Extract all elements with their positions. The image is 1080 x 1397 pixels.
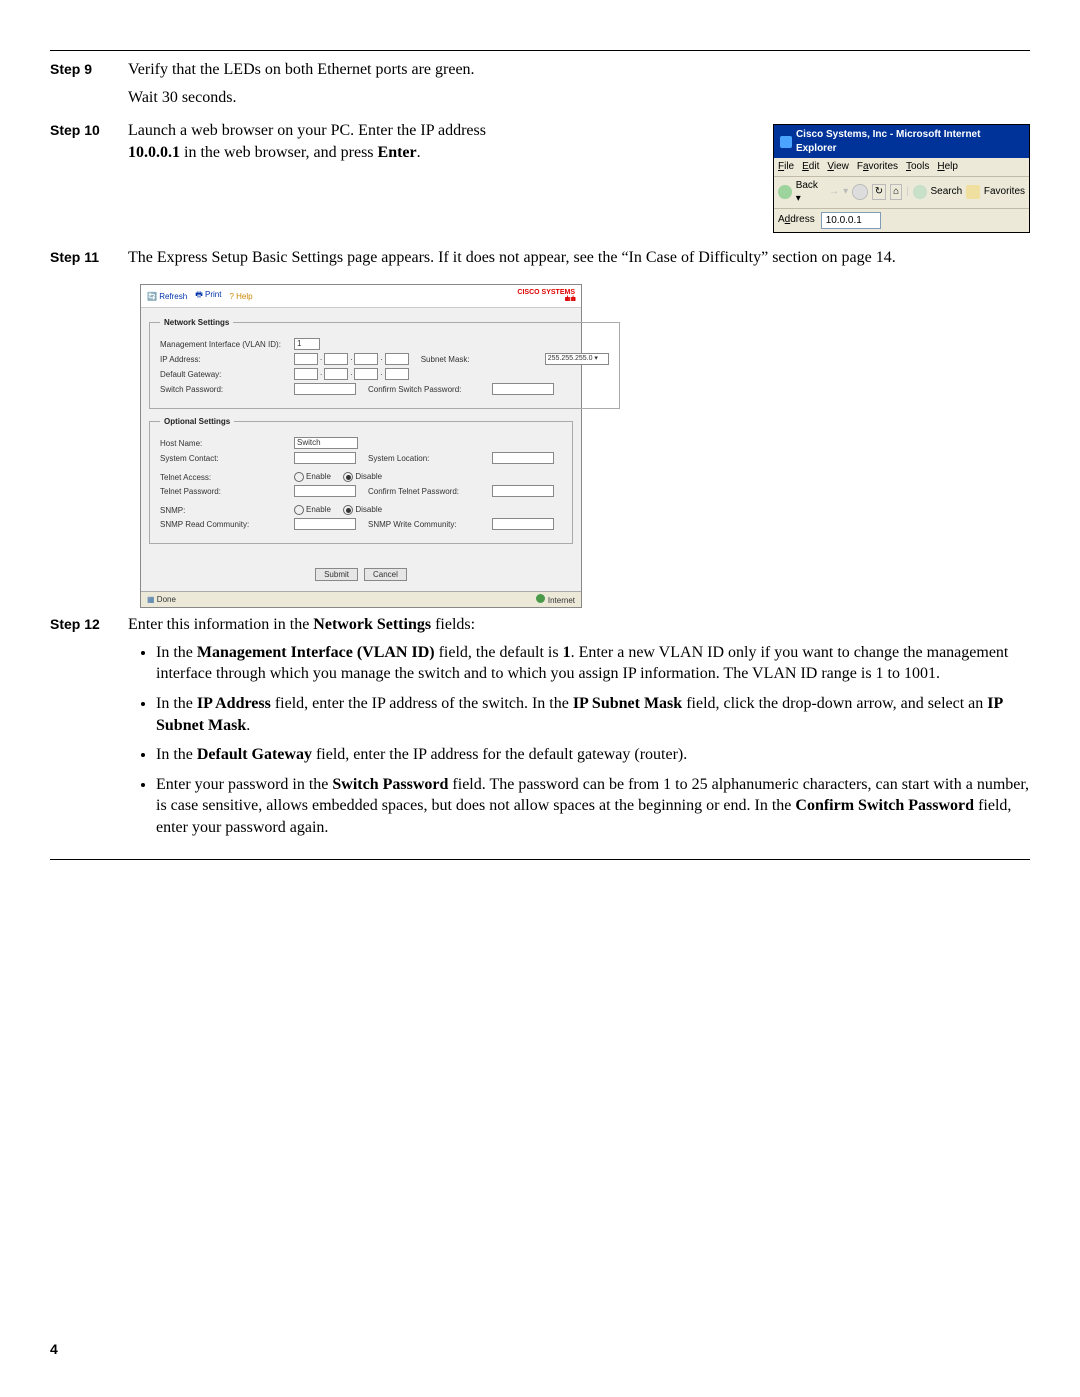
- system-contact-label: System Contact:: [160, 454, 290, 463]
- step-12-label: Step 12: [50, 614, 128, 632]
- gateway-input[interactable]: ...: [294, 368, 409, 380]
- back-button[interactable]: Back ▾: [796, 179, 825, 206]
- submit-button[interactable]: Submit: [315, 568, 358, 581]
- step-9-label: Step 9: [50, 59, 128, 77]
- step-10-label: Step 10: [50, 120, 128, 138]
- telnet-password-label: Telnet Password:: [160, 487, 290, 496]
- status-bar: ▦ Done Internet: [141, 591, 581, 607]
- snmp-enable-radio[interactable]: Enable: [294, 505, 331, 515]
- bullet-1: In the Management Interface (VLAN ID) fi…: [156, 642, 1030, 685]
- confirm-telnet-password-input[interactable]: [492, 485, 554, 497]
- setup-refresh-link[interactable]: 🔄 Refresh: [147, 292, 187, 301]
- status-internet: Internet: [548, 596, 575, 605]
- menu-help[interactable]: Help: [937, 160, 958, 174]
- snmp-write-label: SNMP Write Community:: [368, 520, 488, 529]
- browser-title-text: Cisco Systems, Inc - Microsoft Internet …: [796, 128, 1023, 155]
- switch-password-input[interactable]: [294, 383, 356, 395]
- browser-titlebar: Cisco Systems, Inc - Microsoft Internet …: [774, 125, 1029, 158]
- gateway-label: Default Gateway:: [160, 370, 290, 379]
- step-11: Step 11 The Express Setup Basic Settings…: [50, 247, 1030, 275]
- optional-settings-legend: Optional Settings: [160, 417, 234, 426]
- step-12-bullets: In the Management Interface (VLAN ID) fi…: [128, 642, 1030, 839]
- step-10: Step 10 Launch a web browser on your PC.…: [50, 120, 1030, 233]
- snmp-disable-radio[interactable]: Disable: [343, 505, 382, 515]
- refresh-icon[interactable]: ↻: [872, 184, 886, 200]
- step-10-text: Launch a web browser on your PC. Enter t…: [128, 120, 508, 163]
- page-number: 4: [50, 1341, 58, 1357]
- status-done: Done: [157, 595, 176, 604]
- bullet-3: In the Default Gateway field, enter the …: [156, 744, 1030, 766]
- telnet-access-label: Telnet Access:: [160, 473, 290, 482]
- subnet-mask-select[interactable]: 255.255.255.0 ▾: [545, 353, 609, 365]
- home-icon[interactable]: ⌂: [890, 184, 902, 200]
- host-name-input[interactable]: Switch: [294, 437, 358, 449]
- confirm-telnet-password-label: Confirm Telnet Password:: [368, 487, 488, 496]
- vlan-input[interactable]: 1: [294, 338, 320, 350]
- favorites-button[interactable]: Favorites: [984, 185, 1025, 199]
- favorites-icon[interactable]: [966, 185, 980, 199]
- telnet-disable-radio[interactable]: Disable: [343, 472, 382, 482]
- bullet-4: Enter your password in the Switch Passwo…: [156, 774, 1030, 839]
- switch-password-label: Switch Password:: [160, 385, 290, 394]
- address-label: Address: [778, 213, 815, 227]
- back-icon[interactable]: [778, 185, 792, 199]
- bullet-2: In the IP Address field, enter the IP ad…: [156, 693, 1030, 736]
- browser-addressbar: Address 10.0.0.1: [774, 209, 1029, 232]
- system-location-input[interactable]: [492, 452, 554, 464]
- step-9: Step 9 Verify that the LEDs on both Ethe…: [50, 59, 1030, 114]
- browser-toolbar: Back ▾ → ▾ ↻ ⌂ | Search Favorites: [774, 177, 1029, 209]
- cisco-logo: CISCO SYSTEMS ıılıı ıılıı: [517, 289, 575, 303]
- internet-icon: [536, 594, 545, 603]
- step-12: Step 12 Enter this information in the Ne…: [50, 614, 1030, 846]
- browser-screenshot: Cisco Systems, Inc - Microsoft Internet …: [773, 124, 1030, 233]
- snmp-label: SNMP:: [160, 506, 290, 515]
- stop-icon[interactable]: [852, 184, 868, 200]
- vlan-label: Management Interface (VLAN ID):: [160, 340, 290, 349]
- step-11-label: Step 11: [50, 247, 128, 265]
- menu-file[interactable]: File: [778, 160, 794, 174]
- telnet-password-input[interactable]: [294, 485, 356, 497]
- step-9-text-1: Verify that the LEDs on both Ethernet po…: [128, 59, 1030, 81]
- subnet-mask-label: Subnet Mask:: [421, 355, 541, 364]
- cancel-button[interactable]: Cancel: [364, 568, 407, 581]
- optional-settings-group: Optional Settings Host Name: Switch Syst…: [149, 417, 573, 544]
- host-name-label: Host Name:: [160, 439, 290, 448]
- menu-view[interactable]: View: [827, 160, 849, 174]
- network-settings-legend: Network Settings: [160, 318, 233, 327]
- telnet-enable-radio[interactable]: Enable: [294, 472, 331, 482]
- menu-tools[interactable]: Tools: [906, 160, 929, 174]
- system-location-label: System Location:: [368, 454, 488, 463]
- step-12-intro: Enter this information in the Network Se…: [128, 614, 1030, 636]
- browser-menubar: File Edit View Favorites Tools Help: [774, 158, 1029, 177]
- step-11-text: The Express Setup Basic Settings page ap…: [128, 247, 1030, 269]
- ie-icon: [780, 136, 792, 148]
- search-button[interactable]: Search: [931, 185, 963, 199]
- express-setup-screenshot: 🔄 Refresh 🖶 Print ? Help CISCO SYSTEMS ı…: [140, 284, 582, 608]
- menu-favorites[interactable]: Favorites: [857, 160, 898, 174]
- setup-print-link[interactable]: 🖶 Print: [195, 289, 221, 303]
- forward-icon: →: [829, 185, 839, 199]
- setup-help-link[interactable]: ? Help: [229, 292, 252, 301]
- menu-edit[interactable]: Edit: [802, 160, 819, 174]
- step-9-text-2: Wait 30 seconds.: [128, 87, 1030, 109]
- snmp-read-label: SNMP Read Community:: [160, 520, 290, 529]
- search-icon[interactable]: [913, 185, 927, 199]
- confirm-switch-password-label: Confirm Switch Password:: [368, 385, 488, 394]
- ip-address-input[interactable]: ...: [294, 353, 409, 365]
- network-settings-group: Network Settings Management Interface (V…: [149, 318, 620, 409]
- snmp-read-input[interactable]: [294, 518, 356, 530]
- ip-address-label: IP Address:: [160, 355, 290, 364]
- address-input[interactable]: 10.0.0.1: [821, 212, 881, 229]
- snmp-write-input[interactable]: [492, 518, 554, 530]
- confirm-switch-password-input[interactable]: [492, 383, 554, 395]
- system-contact-input[interactable]: [294, 452, 356, 464]
